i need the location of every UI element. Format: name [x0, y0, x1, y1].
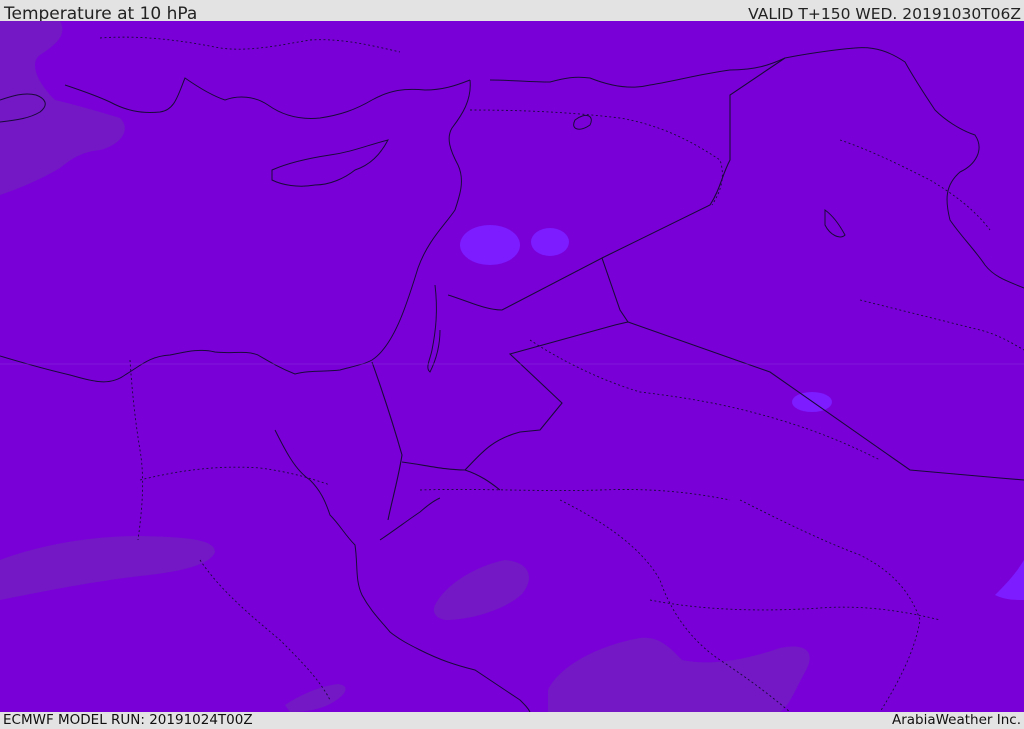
temperature-map — [0, 21, 1024, 712]
model-run-label: ECMWF MODEL RUN: 20191024T00Z — [3, 712, 253, 728]
credit-label: ArabiaWeather Inc. — [891, 712, 1021, 728]
header-bar: Temperature at 10 hPa VALID T+150 WED. 2… — [0, 0, 1024, 24]
footer-bar: ECMWF MODEL RUN: 20191024T00Z ArabiaWeat… — [0, 712, 1024, 729]
